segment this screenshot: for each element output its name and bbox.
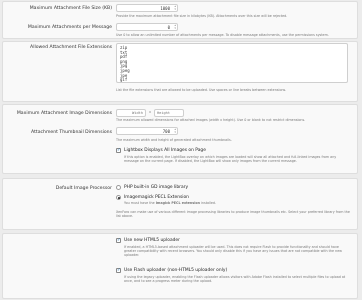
html5-uploader-label[interactable]: Use new HTML5 uploader (124, 238, 180, 243)
thumbnail-dimensions-label: Attachment Thumbnail Dimensions (31, 130, 112, 135)
max-image-dimensions-description: The maximum allowed dimensions for attac… (116, 118, 306, 122)
uploader-block (2, 233, 358, 299)
max-file-size-value: 1000 (160, 6, 170, 11)
spinner-icon[interactable]: ▴ ▾ (174, 128, 176, 134)
imagick-note-prefix: You must have the (124, 201, 155, 205)
image-processor-label: Default Image Processor (55, 186, 112, 191)
lightbox-checkbox[interactable]: ✓ (116, 148, 121, 153)
html5-uploader-description: If enabled, a HTML5-based attachment upl… (124, 245, 342, 258)
dimension-separator: x (149, 110, 152, 114)
html5-uploader-checkbox[interactable]: ✓ (116, 238, 121, 243)
max-image-dimensions-label: Maximum Attachment Image Dimensions (16, 111, 112, 116)
max-per-message-label: Maximum Attachments per Message (27, 25, 112, 30)
max-file-size-label: Maximum Attachment File Size (KB) (29, 6, 112, 11)
max-image-width-input[interactable] (116, 109, 146, 117)
imagick-requirement-note: You must have the Imagick PECL extension… (124, 201, 216, 205)
max-per-message-field[interactable]: 0 ▴ ▾ (116, 23, 178, 31)
flash-uploader-label[interactable]: Use Flash uploader (non-HTML5 uploader o… (124, 268, 227, 273)
flash-uploader-checkbox[interactable]: ✓ (116, 268, 121, 273)
image-processor-gd-label[interactable]: PHP built-in GD image library (124, 185, 188, 190)
imagick-note-suffix: installed. (201, 201, 217, 205)
flash-uploader-description: If using the legacy uploader, enabling t… (124, 275, 346, 284)
image-processor-imagick-radio[interactable] (116, 195, 121, 200)
thumbnail-dimensions-value: 700 (162, 129, 170, 134)
lightbox-description: If this option is enabled, the LightBox … (124, 155, 337, 164)
max-file-size-description: Provide the maximum attachment file size… (116, 14, 288, 18)
imagick-note-bold: Imagick PECL extension (155, 201, 200, 205)
thumbnail-dimensions-description: The maximum width and height of generate… (116, 138, 232, 142)
spinner-icon[interactable]: ▴ ▾ (174, 5, 176, 11)
image-processor-gd-radio[interactable] (116, 185, 121, 190)
max-image-height-input[interactable] (154, 109, 184, 117)
max-per-message-value: 0 (167, 25, 170, 30)
max-file-size-field[interactable]: 1000 ▴ ▾ (116, 4, 178, 12)
allowed-extensions-textarea[interactable] (116, 43, 348, 83)
allowed-extensions-description: List the file extensions that are allowe… (116, 88, 287, 92)
lightbox-label[interactable]: Lightbox Displays All Images on Page (124, 148, 206, 153)
image-processor-description: XenForo can make use of various differen… (116, 210, 350, 219)
image-processor-imagick-label[interactable]: Imagemagick PECL Extension (124, 195, 189, 200)
allowed-extensions-label: Allowed Attachment File Extensions (30, 45, 112, 50)
max-per-message-description: Use 0 to allow an unlimited number of at… (116, 33, 329, 37)
spinner-icon[interactable]: ▴ ▾ (174, 24, 176, 30)
thumbnail-dimensions-field[interactable]: 700 ▴ ▾ (116, 127, 178, 135)
